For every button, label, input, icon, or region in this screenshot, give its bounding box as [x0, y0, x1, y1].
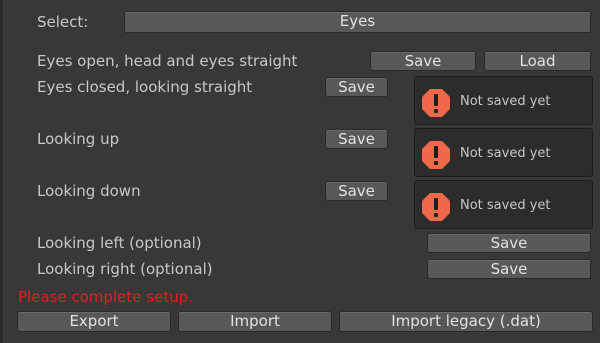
row-closed-label: Eyes closed, looking straight — [37, 78, 253, 96]
warning-icon — [422, 193, 450, 221]
open-save-button[interactable]: Save — [370, 51, 476, 71]
select-label: Select: — [37, 13, 89, 31]
closed-status-box: Not saved yet — [414, 76, 593, 125]
warning-icon — [422, 141, 450, 169]
up-status-text: Not saved yet — [460, 146, 551, 161]
row-down-label: Looking down — [37, 182, 141, 200]
import-legacy-button[interactable]: Import legacy (.dat) — [339, 311, 593, 332]
closed-status-text: Not saved yet — [460, 94, 551, 109]
open-load-button[interactable]: Load — [484, 51, 591, 71]
select-dropdown[interactable]: Eyes — [124, 11, 591, 33]
down-status-box: Not saved yet — [414, 180, 593, 229]
left-window-edge — [0, 0, 3, 343]
down-save-button[interactable]: Save — [325, 181, 388, 201]
export-button[interactable]: Export — [17, 311, 171, 332]
closed-save-button[interactable]: Save — [325, 77, 388, 97]
row-open-label: Eyes open, head and eyes straight — [37, 52, 298, 70]
warning-icon — [422, 89, 450, 117]
left-save-button[interactable]: Save — [427, 233, 591, 253]
setup-error-message: Please complete setup. — [18, 288, 193, 306]
row-up-label: Looking up — [37, 130, 120, 148]
down-status-text: Not saved yet — [460, 198, 551, 213]
row-right-label: Looking right (optional) — [37, 260, 213, 278]
up-save-button[interactable]: Save — [325, 129, 388, 149]
import-button[interactable]: Import — [178, 311, 332, 332]
up-status-box: Not saved yet — [414, 128, 593, 177]
row-left-label: Looking left (optional) — [37, 234, 202, 252]
right-save-button[interactable]: Save — [427, 259, 591, 279]
